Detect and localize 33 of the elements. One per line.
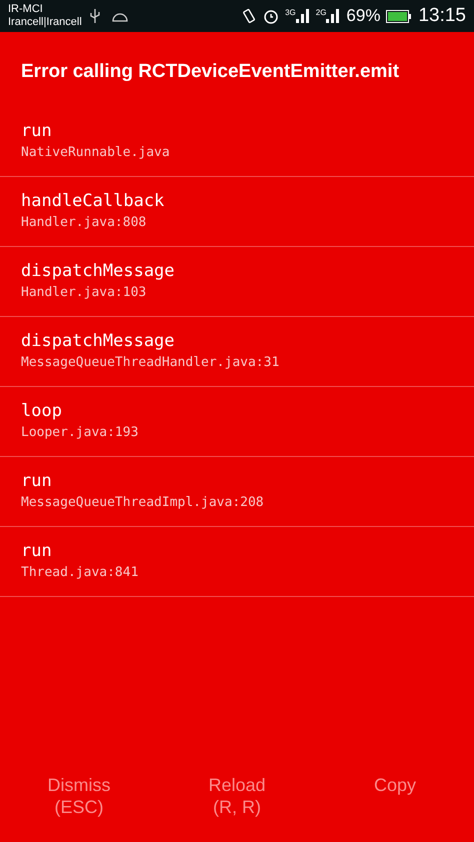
clock-text: 13:15 bbox=[418, 4, 466, 28]
battery-icon bbox=[386, 10, 412, 22]
file-name: Handler.java:808 bbox=[21, 214, 148, 232]
battery-percent: 69% bbox=[346, 5, 380, 28]
signal-icon bbox=[296, 9, 310, 23]
stack-frame[interactable]: run Thread.java:841 bbox=[0, 526, 474, 596]
stack-frame[interactable]: dispatchMessage Handler.java:103 bbox=[0, 246, 474, 316]
method-name: run bbox=[21, 540, 53, 563]
method-name: dispatchMessage bbox=[21, 330, 176, 353]
usb-icon bbox=[90, 9, 100, 23]
file-name: MessageQueueThreadImpl.java:208 bbox=[21, 494, 265, 512]
stack-frame[interactable]: run MessageQueueThreadImpl.java:208 bbox=[0, 456, 474, 526]
error-title: Error calling RCTDeviceEventEmitter.emit bbox=[20, 60, 400, 84]
carrier-text: IR-MCI bbox=[8, 3, 44, 16]
file-name: Thread.java:841 bbox=[21, 564, 140, 582]
stack-frame[interactable]: loop Looper.java:193 bbox=[0, 386, 474, 456]
method-name: handleCallback bbox=[21, 190, 166, 213]
stack-frame[interactable]: dispatchMessage MessageQueueThreadHandler.java:31 bbox=[0, 316, 474, 386]
stack-frame[interactable]: handleCallback Handler.java:808 bbox=[0, 176, 474, 246]
method-name: dispatchMessage bbox=[21, 260, 176, 283]
carrier-text: Irancell|Irancell bbox=[8, 16, 82, 29]
method-name: run bbox=[21, 120, 53, 143]
stack-frame[interactable]: run NativeRunnable.java bbox=[0, 106, 474, 176]
alarm-icon bbox=[263, 8, 280, 24]
file-name: NativeRunnable.java bbox=[21, 144, 171, 162]
file-name: MessageQueueThreadHandler.java:31 bbox=[21, 354, 280, 372]
method-name: run bbox=[21, 470, 53, 493]
file-name: Looper.java:193 bbox=[21, 424, 140, 442]
file-name: Handler.java:103 bbox=[21, 284, 148, 302]
signal-icon bbox=[326, 9, 340, 23]
method-name: loop bbox=[21, 400, 63, 423]
network-type-text: 2G bbox=[316, 9, 326, 17]
network-type-text: 3G bbox=[285, 9, 296, 17]
